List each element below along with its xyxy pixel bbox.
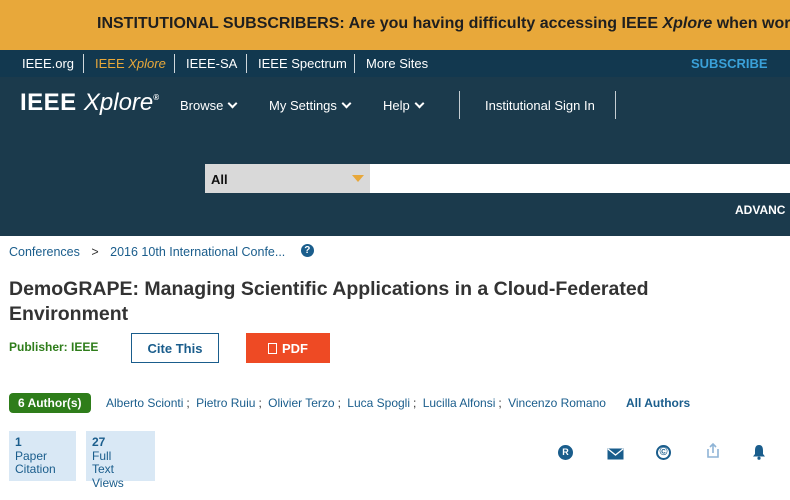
pdf-button[interactable]: PDF (246, 333, 330, 363)
breadcrumb: Conferences > 2016 10th International Co… (9, 244, 314, 260)
browse-menu-label: Browse (180, 98, 224, 113)
author-link[interactable]: Olivier Terzo (268, 396, 334, 410)
ieee-xplore-link[interactable]: IEEE Xplore (95, 56, 166, 71)
author-link[interactable]: Lucilla Alfonsi (423, 396, 496, 410)
metric-label: Paper (15, 448, 48, 463)
author-link[interactable]: Pietro Ruiu (196, 396, 255, 410)
divider (459, 91, 460, 119)
copyright-icon[interactable]: © (656, 445, 671, 460)
banner-text-tail: when working r (716, 15, 790, 32)
dropdown-arrow-icon (352, 175, 364, 182)
pdf-button-label: PDF (282, 340, 308, 356)
breadcrumb-separator: > (91, 245, 99, 259)
advanced-search-link[interactable]: ADVANC (735, 203, 785, 217)
author-separator: ; (498, 396, 502, 410)
ieee-xplore-link-label: IEEE (95, 56, 125, 71)
rights-permissions-icon[interactable]: R (558, 445, 573, 460)
chevron-down-icon (227, 98, 238, 109)
xplore-header: IEEE Xplore® Browse My Settings Help Ins… (0, 77, 790, 236)
chevron-down-icon (341, 98, 352, 109)
author-list: Alberto Scionti; Pietro Ruiu; Olivier Te… (106, 396, 606, 410)
logo-xplore: Xplore (83, 89, 154, 116)
divider (615, 91, 616, 119)
ieee-xplore-logo[interactable]: IEEE Xplore® (20, 89, 160, 117)
logo-ieee: IEEE (20, 89, 77, 116)
author-separator: ; (258, 396, 262, 410)
banner-text-main: INSTITUTIONAL SUBSCRIBERS: Are you havin… (97, 15, 658, 32)
citation-count: 1 (15, 435, 22, 449)
share-icon[interactable] (705, 442, 721, 464)
page-title: DemoGRAPE: Managing Scientific Applicati… (9, 278, 649, 325)
top-site-bar: IEEE.org IEEE Xplore IEEE-SA IEEE Spectr… (0, 50, 790, 77)
cite-this-button[interactable]: Cite This (131, 333, 219, 363)
author-separator: ; (413, 396, 417, 410)
metric-label: Views (92, 475, 124, 490)
institutional-banner[interactable]: INSTITUTIONAL SUBSCRIBERS: Are you havin… (0, 0, 790, 50)
divider (174, 54, 175, 73)
my-settings-menu[interactable]: My Settings (269, 98, 352, 113)
email-icon[interactable] (607, 447, 624, 465)
all-authors-link[interactable]: All Authors (626, 396, 690, 410)
ieee-org-link[interactable]: IEEE.org (22, 56, 74, 71)
pdf-icon (268, 342, 277, 354)
my-settings-menu-label: My Settings (269, 98, 337, 113)
metric-label: Text (92, 462, 115, 476)
breadcrumb-conference[interactable]: 2016 10th International Confe... (110, 245, 285, 259)
breadcrumb-conferences[interactable]: Conferences (9, 245, 80, 259)
divider (83, 54, 84, 73)
help-menu[interactable]: Help (383, 98, 425, 113)
full-text-views-metric[interactable]: 27 Full Text Views (86, 431, 155, 489)
ieee-spectrum-link[interactable]: IEEE Spectrum (258, 56, 347, 71)
help-icon[interactable]: ? (300, 244, 314, 257)
author-separator: ; (186, 396, 190, 410)
chevron-down-icon (414, 98, 425, 109)
paper-citation-metric[interactable]: 1 Paper Citation (9, 431, 76, 481)
bell-icon[interactable] (752, 444, 766, 465)
institutional-sign-in[interactable]: Institutional Sign In (485, 98, 595, 113)
banner-text: INSTITUTIONAL SUBSCRIBERS: Are you havin… (97, 15, 790, 33)
help-menu-label: Help (383, 98, 410, 113)
metric-label: Citation (15, 462, 56, 476)
author-link[interactable]: Vincenzo Romano (508, 396, 606, 410)
metric-label: Full (92, 448, 112, 463)
registered-mark: ® (153, 93, 160, 102)
browse-menu[interactable]: Browse (180, 98, 238, 113)
divider (246, 54, 247, 73)
divider (354, 54, 355, 73)
author-link[interactable]: Luca Spogli (347, 396, 410, 410)
subscribe-link[interactable]: SUBSCRIBE (691, 56, 768, 71)
banner-text-italic: Xplore (662, 15, 713, 32)
ieee-sa-link[interactable]: IEEE-SA (186, 56, 237, 71)
more-sites-link[interactable]: More Sites (366, 56, 428, 71)
author-link[interactable]: Alberto Scionti (106, 396, 183, 410)
search-scope-value: All (211, 172, 228, 187)
search-input[interactable] (370, 164, 790, 193)
views-count: 27 (92, 435, 106, 449)
author-separator: ; (337, 396, 341, 410)
search-scope-select[interactable]: All (205, 164, 370, 193)
publisher-label: Publisher: IEEE (9, 340, 99, 354)
author-count-badge[interactable]: 6 Author(s) (9, 393, 91, 413)
ieee-xplore-link-italic: Xplore (128, 56, 166, 71)
